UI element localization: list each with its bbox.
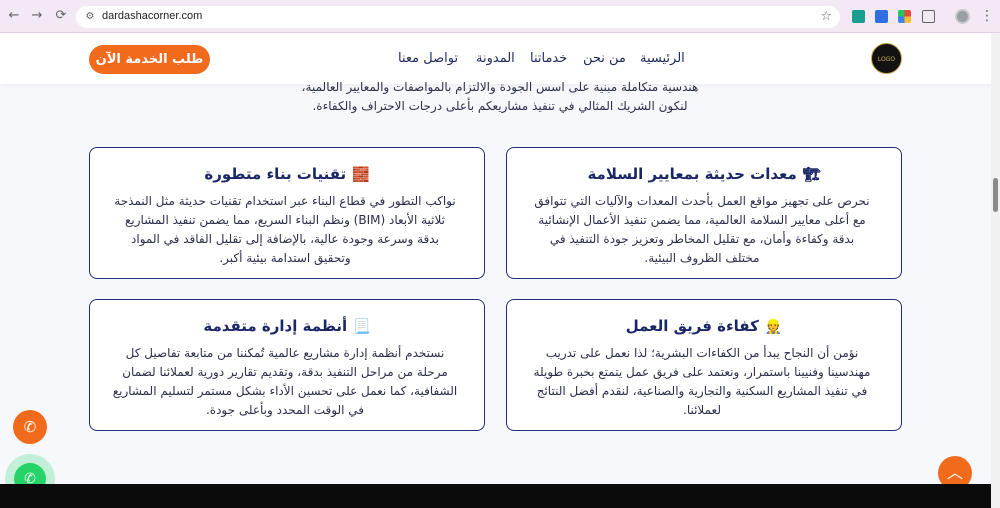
site-info-icon[interactable]: ⚙ (84, 11, 96, 23)
nav-home[interactable]: الرئيسية (640, 51, 685, 69)
feature-card: 🧱تقنيات بناء متطورة نواكب التطور في قطاع… (89, 147, 485, 279)
reload-icon[interactable]: ⟳ (52, 7, 70, 25)
card-description: نحرص على تجهيز مواقع العمل بأحدث المعدات… (534, 194, 870, 265)
url-text[interactable]: dardashacorner.com (102, 10, 202, 22)
card-title: 🧱تقنيات بناء متطورة (204, 165, 370, 183)
nav-services[interactable]: خدماتنا (530, 51, 567, 69)
footer (0, 484, 991, 508)
feature-card: 🏗معدات حديثة بمعايير السلامة نحرص على تج… (506, 147, 902, 279)
intro-line: لنكون الشريك المثالي في تنفيذ مشاريعكم ب… (312, 99, 688, 113)
card-description: نستخدم أنظمة إدارة مشاريع عالمية تُمكننا… (112, 346, 458, 417)
browser-toolbar: ← → ⟳ ⚙ dardashacorner.com ☆ ⋮ (0, 0, 1000, 33)
intro-line: هندسية متكاملة مبنية على اسس الجودة والا… (301, 80, 699, 94)
feature-card: 📃أنظمة إدارة متقدمة نستخدم أنظمة إدارة م… (89, 299, 485, 431)
feature-card: 👷كفاءة فريق العمل نؤمن أن النجاح يبدأ من… (506, 299, 902, 431)
extension-icon[interactable] (898, 10, 911, 23)
worker-icon: 👷 (764, 319, 783, 335)
page-scrollbar[interactable] (991, 33, 1000, 508)
profile-avatar[interactable] (955, 9, 970, 24)
card-title: 📃أنظمة إدارة متقدمة (203, 317, 371, 335)
crane-icon: 🏗 (802, 167, 821, 183)
extension-icon[interactable] (852, 10, 865, 23)
card-title: 🏗معدات حديثة بمعايير السلامة (587, 165, 821, 183)
document-icon: 📃 (353, 319, 371, 335)
site-header: طلب الخدمة الآن تواصل معنا المدونة خدمات… (0, 33, 1000, 84)
extension-icon[interactable] (875, 10, 888, 23)
call-button[interactable]: ✆ (13, 410, 47, 444)
bookmark-star-icon[interactable]: ☆ (820, 9, 832, 24)
back-icon[interactable]: ← (5, 7, 23, 25)
site-logo[interactable]: LOGO (871, 43, 902, 74)
nav-blog[interactable]: المدونة (476, 51, 515, 69)
request-service-button[interactable]: طلب الخدمة الآن (89, 45, 210, 74)
browser-menu-icon[interactable]: ⋮ (980, 7, 994, 25)
chevron-up-icon: ︿ (946, 463, 963, 482)
card-description: نواكب التطور في قطاع البناء عبر استخدام … (114, 194, 456, 265)
address-bar[interactable]: ⚙ dardashacorner.com ☆ (76, 6, 840, 28)
scrollbar-thumb[interactable] (993, 178, 998, 212)
nav-contact[interactable]: تواصل معنا (398, 51, 458, 69)
phone-icon: ✆ (23, 418, 37, 436)
nav-about[interactable]: من نحن (583, 51, 626, 69)
extensions-puzzle-icon[interactable] (922, 10, 935, 23)
card-title: 👷كفاءة فريق العمل (625, 317, 783, 335)
bricks-icon: 🧱 (352, 167, 370, 183)
card-description: نؤمن أن النجاح يبدأ من الكفاءات البشرية؛… (533, 346, 871, 417)
forward-icon[interactable]: → (28, 7, 46, 25)
